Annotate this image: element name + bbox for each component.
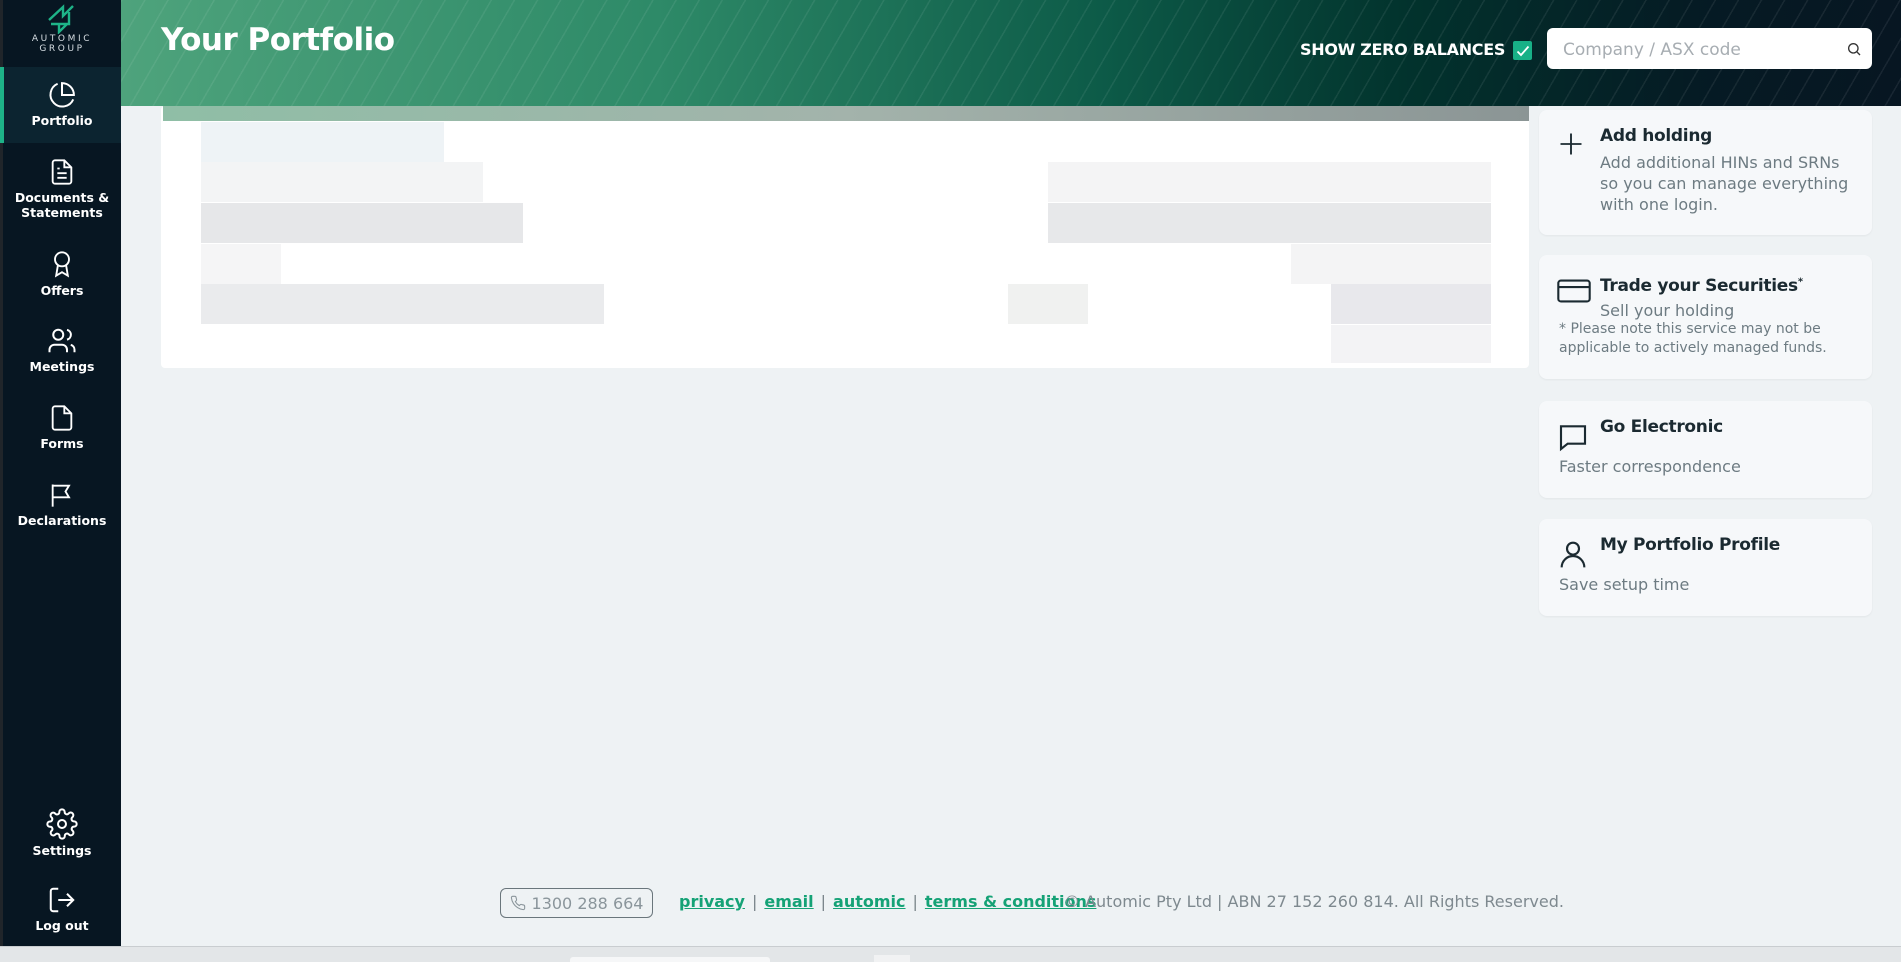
sidebar-item-offers[interactable]: Offers xyxy=(3,248,121,298)
email-link[interactable]: email xyxy=(764,892,813,911)
trade-securities-title: Trade your Securities* xyxy=(1600,276,1803,296)
trade-securities-note: * Please note this service may not be ap… xyxy=(1559,320,1859,358)
sidebar-item-label-line2: Statements xyxy=(21,205,103,220)
footer-separator: | xyxy=(751,892,758,911)
holdings-table-header-bar xyxy=(163,106,1529,121)
sidebar-item-meetings[interactable]: Meetings xyxy=(3,326,121,374)
go-electronic-description: Faster correspondence xyxy=(1559,457,1741,476)
show-zero-balances-label: SHOW ZERO BALANCES xyxy=(1300,39,1506,59)
footer: 1300 288 664 privacy | email | automic |… xyxy=(0,888,1901,918)
sidebar-item-label: Declarations xyxy=(17,513,107,528)
browser-bottom-strip xyxy=(0,946,1901,962)
sidebar-item-label: Documents & xyxy=(14,190,110,205)
footer-separator: | xyxy=(912,892,918,911)
plus-icon xyxy=(1560,133,1582,155)
sidebar-item-label: Log out xyxy=(35,918,89,933)
privacy-link[interactable]: privacy xyxy=(679,892,745,911)
pie-chart-icon xyxy=(49,82,75,108)
trade-securities-description: Sell your holding xyxy=(1600,301,1735,320)
phone-icon xyxy=(510,895,525,911)
portfolio-profile-title: My Portfolio Profile xyxy=(1600,535,1780,555)
sidebar-item-portfolio[interactable]: Portfolio xyxy=(0,67,121,143)
show-zero-balances-checkbox[interactable] xyxy=(1513,41,1533,60)
add-holding-desc-line: so you can manage everything xyxy=(1600,174,1849,193)
users-icon xyxy=(48,328,76,353)
trade-securities-note-line: * Please note this service may not be xyxy=(1559,321,1821,337)
gear-icon xyxy=(46,808,78,840)
award-icon xyxy=(54,251,70,278)
sidebar-item-label: Meetings xyxy=(29,359,95,374)
user-icon xyxy=(1560,541,1586,568)
add-holding-desc-line: with one login. xyxy=(1600,195,1718,214)
sidebar-item-label: Settings xyxy=(32,843,92,858)
sidebar-item-settings[interactable]: Settings xyxy=(3,808,121,858)
trade-securities-card[interactable]: Trade your Securities* Sell your holding… xyxy=(1539,255,1872,379)
show-zero-balances-toggle[interactable]: SHOW ZERO BALANCES xyxy=(1300,38,1533,60)
sidebar-item-label: Offers xyxy=(40,283,84,298)
sidebar-item-label: Portfolio xyxy=(31,113,93,128)
automic-logo[interactable]: AUTOMIC GROUP xyxy=(3,4,121,54)
credit-card-icon xyxy=(1557,279,1591,303)
footer-links: privacy | email | automic | terms & cond… xyxy=(679,892,1096,911)
trade-securities-title-text: Trade your Securities xyxy=(1600,276,1798,296)
portfolio-profile-card[interactable]: My Portfolio Profile Save setup time xyxy=(1539,519,1872,616)
phone-button[interactable]: 1300 288 664 xyxy=(500,888,653,918)
document-icon xyxy=(51,159,73,185)
trade-securities-note-line: applicable to actively managed funds. xyxy=(1559,340,1827,356)
copyright-text: © Automic Pty Ltd | ABN 27 152 260 814. … xyxy=(1064,892,1564,911)
logo-text-line2: GROUP xyxy=(39,44,85,54)
add-holding-title: Add holding xyxy=(1600,126,1712,146)
add-holding-card[interactable]: Add holding Add additional HINs and SRNs… xyxy=(1539,110,1872,235)
sidebar-item-forms[interactable]: Forms xyxy=(3,403,121,451)
chat-icon xyxy=(1559,425,1587,452)
portfolio-profile-description: Save setup time xyxy=(1559,575,1690,594)
sidebar-item-label: Forms xyxy=(40,436,84,451)
go-electronic-card[interactable]: Go Electronic Faster correspondence xyxy=(1539,401,1872,498)
company-search[interactable] xyxy=(1547,28,1872,71)
page-title: Your Portfolio xyxy=(161,22,395,58)
automic-link[interactable]: automic xyxy=(833,892,905,911)
checkmark-icon xyxy=(1516,45,1529,56)
footer-separator: | xyxy=(820,892,827,911)
sidebar: AUTOMIC GROUP Portfolio Documents & Stat… xyxy=(0,0,121,946)
automic-logo-icon xyxy=(48,4,74,34)
company-search-input[interactable] xyxy=(1561,28,1835,71)
logo-text-line1: AUTOMIC xyxy=(31,34,93,44)
trade-securities-footnote-mark: * xyxy=(1797,276,1803,288)
bottom-tab xyxy=(570,957,770,962)
phone-number: 1300 288 664 xyxy=(531,893,644,913)
sidebar-item-documents[interactable]: Documents & Statements xyxy=(3,157,121,220)
file-icon xyxy=(51,405,73,431)
add-holding-description: Add additional HINs and SRNs so you can … xyxy=(1600,152,1860,215)
sidebar-item-declarations[interactable]: Declarations xyxy=(3,480,121,528)
go-electronic-title: Go Electronic xyxy=(1600,417,1723,437)
search-icon[interactable] xyxy=(1846,41,1862,57)
add-holding-desc-line: Add additional HINs and SRNs xyxy=(1600,153,1840,172)
flag-icon xyxy=(51,484,71,507)
